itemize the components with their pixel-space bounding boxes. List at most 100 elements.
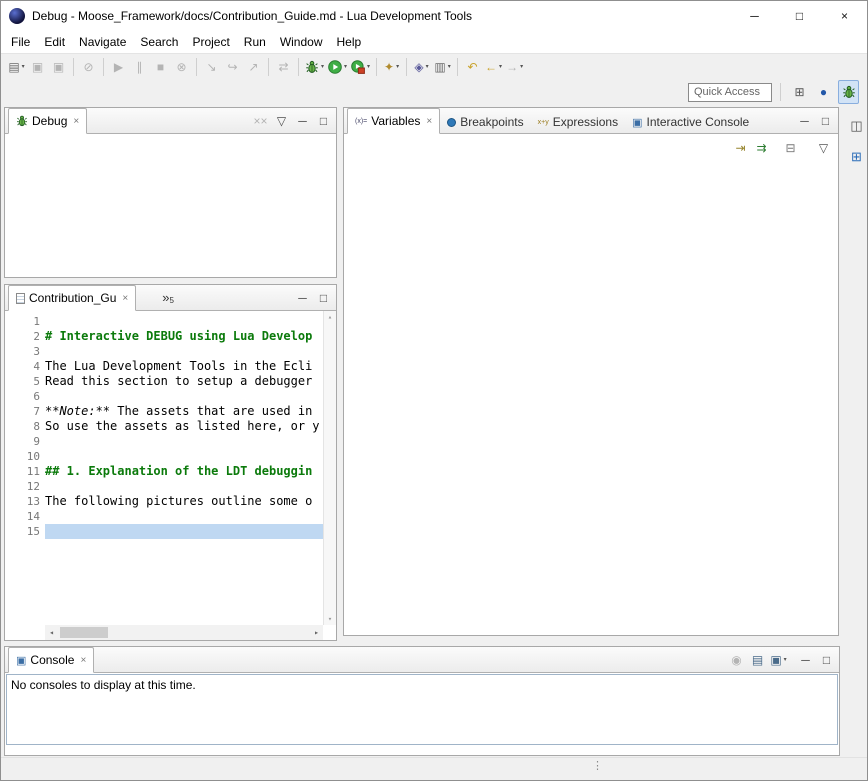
minimize-view-icon[interactable]: ─	[795, 110, 814, 132]
code-area[interactable]: # Interactive DEBUG using Lua Develop The…	[45, 314, 323, 625]
maximize-window-button[interactable]: □	[777, 1, 822, 31]
run-icon[interactable]: ▾	[327, 56, 348, 78]
code-line[interactable]	[45, 314, 323, 329]
scroll-up-icon[interactable]: ▴	[328, 313, 332, 321]
editor-body[interactable]: 123456789101112131415 # Interactive DEBU…	[5, 311, 336, 640]
maximize-view-icon[interactable]: □	[816, 110, 835, 132]
console-view-content[interactable]: No consoles to display at this time.	[5, 673, 839, 755]
tab-interactive-console[interactable]: ▣Interactive Console	[625, 111, 756, 133]
close-tab-icon[interactable]: ×	[73, 116, 79, 127]
remove-all-terminated-icon[interactable]: ××	[251, 110, 270, 132]
editor-tab-overflow[interactable]: » 5	[162, 291, 174, 305]
debug-dropdown-icon[interactable]: ▾	[321, 63, 324, 70]
menu-search[interactable]: Search	[133, 32, 185, 52]
use-step-filters-icon[interactable]: ⇄	[274, 56, 293, 78]
refresh-variables-icon[interactable]: ⇉	[752, 137, 771, 159]
code-line[interactable]: # Interactive DEBUG using Lua Develop	[45, 329, 323, 344]
code-line[interactable]: **Note:** The assets that are used in	[45, 404, 323, 419]
tab-expressions[interactable]: x+yExpressions	[531, 111, 625, 133]
save-icon[interactable]: ▣	[28, 56, 47, 78]
run-dropdown-icon[interactable]: ▾	[344, 63, 347, 70]
code-line[interactable]: The following pictures outline some o	[45, 494, 323, 509]
scroll-right-icon[interactable]: ▸	[310, 628, 323, 637]
scrollbar-track[interactable]	[58, 626, 310, 639]
minimize-window-button[interactable]: ─	[732, 1, 777, 31]
code-line[interactable]	[45, 344, 323, 359]
quick-access-input[interactable]	[688, 83, 772, 102]
editor-vertical-scrollbar[interactable]: ▴ ▾	[323, 311, 336, 625]
terminate-icon[interactable]: ■	[151, 56, 170, 78]
new-wizard-dropdown-icon[interactable]: ▾	[22, 63, 25, 70]
collapse-all-icon[interactable]: ⊟	[781, 137, 800, 159]
display-selected-console-icon[interactable]: ▤	[748, 649, 767, 671]
menu-run[interactable]: Run	[237, 32, 273, 52]
view-menu-icon[interactable]: ▽	[814, 137, 833, 159]
back-dropdown-icon[interactable]: ▾	[499, 63, 502, 70]
tab-breakpoints[interactable]: Breakpoints	[440, 111, 530, 133]
tab-debug[interactable]: Debug×	[8, 108, 87, 134]
minimize-view-icon[interactable]: ─	[293, 110, 312, 132]
show-logical-structures-icon[interactable]: ⇥	[731, 137, 750, 159]
search-dropdown-icon[interactable]: ▾	[396, 63, 399, 70]
code-line[interactable]	[45, 389, 323, 404]
forward-icon[interactable]: →▾	[505, 56, 524, 78]
restore-minimized-view-icon[interactable]: ◫	[847, 114, 866, 136]
maximize-view-icon[interactable]: □	[817, 649, 836, 671]
minimized-view-icon[interactable]: ⊞	[847, 145, 866, 167]
back-icon[interactable]: ←▾	[484, 56, 503, 78]
variables-view-content[interactable]: ⇥⇉ ⊟ ▽	[344, 134, 838, 635]
close-window-button[interactable]: ×	[822, 1, 867, 31]
menu-window[interactable]: Window	[273, 32, 330, 52]
open-console-icon[interactable]: ▣▾	[769, 649, 788, 671]
ldt-perspective-icon[interactable]: ●	[814, 81, 833, 103]
maximize-view-icon[interactable]: □	[314, 110, 333, 132]
scroll-down-icon[interactable]: ▾	[328, 615, 332, 623]
menu-edit[interactable]: Edit	[37, 32, 72, 52]
maximize-view-icon[interactable]: □	[314, 287, 333, 309]
code-line[interactable]	[45, 509, 323, 524]
code-line[interactable]	[45, 479, 323, 494]
debug-perspective-icon[interactable]	[838, 80, 859, 104]
close-tab-icon[interactable]: ×	[426, 116, 432, 127]
close-tab-icon[interactable]: ×	[122, 293, 128, 304]
tab-contribution-gu[interactable]: Contribution_Gu×	[8, 285, 136, 311]
sash-grip[interactable]: ⋮	[592, 759, 603, 772]
skip-all-breakpoints-icon[interactable]: ⊘	[79, 56, 98, 78]
open-element-dropdown-icon[interactable]: ▾	[426, 63, 429, 70]
minimize-view-icon[interactable]: ─	[293, 287, 312, 309]
suspend-icon[interactable]: ∥	[130, 56, 149, 78]
code-line[interactable]: Read this section to setup a debugger	[45, 374, 323, 389]
pin-console-icon[interactable]: ◉	[727, 649, 746, 671]
open-perspective-icon[interactable]: ⊞	[790, 81, 809, 103]
code-line[interactable]	[45, 524, 323, 539]
open-resource-icon[interactable]: ▥▾	[433, 56, 452, 78]
menu-help[interactable]: Help	[330, 32, 369, 52]
code-line[interactable]: ## 1. Explanation of the LDT debuggin	[45, 464, 323, 479]
view-menu-icon[interactable]: ▽	[272, 110, 291, 132]
editor-horizontal-scrollbar[interactable]: ◂ ▸	[45, 625, 323, 640]
menu-file[interactable]: File	[4, 32, 37, 52]
titlebar[interactable]: Debug - Moose_Framework/docs/Contributio…	[1, 1, 867, 31]
close-tab-icon[interactable]: ×	[80, 655, 86, 666]
code-line[interactable]	[45, 434, 323, 449]
resume-icon[interactable]: ▶	[109, 56, 128, 78]
open-element-icon[interactable]: ◈▾	[412, 56, 431, 78]
save-all-icon[interactable]: ▣	[49, 56, 68, 78]
code-line[interactable]	[45, 449, 323, 464]
external-tools-dropdown-icon[interactable]: ▾	[367, 63, 370, 70]
scrollbar-thumb[interactable]	[60, 627, 108, 638]
step-into-icon[interactable]: ↘	[202, 56, 221, 78]
external-tools-icon[interactable]: ▾	[350, 56, 371, 78]
step-over-icon[interactable]: ↪	[223, 56, 242, 78]
menu-project[interactable]: Project	[185, 32, 236, 52]
debug-icon[interactable]: ▾	[304, 56, 325, 78]
minimize-view-icon[interactable]: ─	[796, 649, 815, 671]
scroll-left-icon[interactable]: ◂	[45, 628, 58, 637]
disconnect-icon[interactable]: ⊗	[172, 56, 191, 78]
open-console-dropdown-icon[interactable]: ▾	[784, 656, 787, 663]
console-page[interactable]: No consoles to display at this time.	[6, 674, 838, 745]
tab-console[interactable]: ▣Console×	[8, 647, 94, 673]
step-return-icon[interactable]: ↗	[244, 56, 263, 78]
new-wizard-icon[interactable]: ▤▾	[7, 56, 26, 78]
menu-navigate[interactable]: Navigate	[72, 32, 133, 52]
